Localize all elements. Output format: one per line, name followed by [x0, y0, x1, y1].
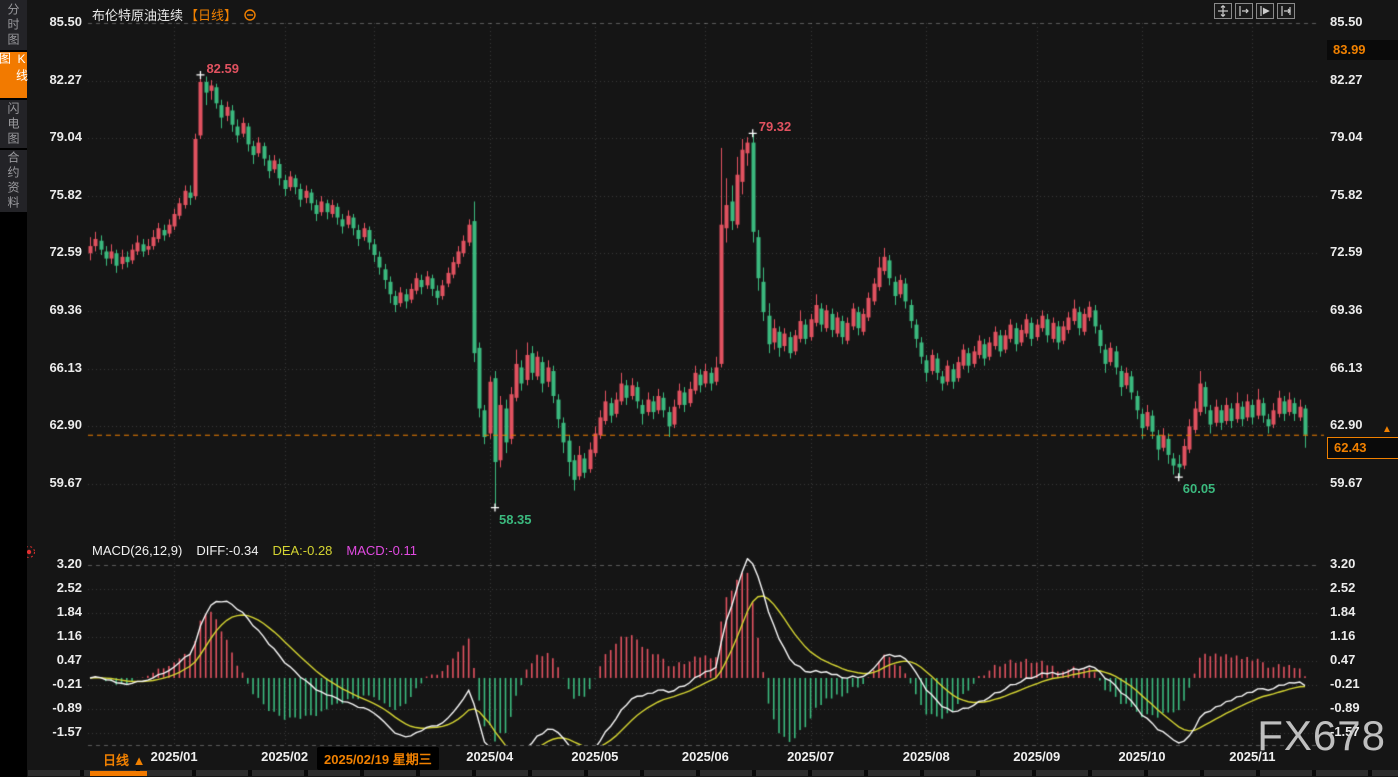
date-axis-label: 2025/04 [445, 749, 535, 764]
macd-legend: MACD(26,12,9) DIFF:-0.34 DEA:-0.28 MACD:… [92, 543, 417, 558]
price-axis-label: 85.50 [1330, 15, 1390, 29]
macd-axis-label: -0.21 [1330, 677, 1390, 691]
price-axis-label: 85.50 [24, 15, 82, 29]
chart-scrollbar-track[interactable] [28, 770, 1398, 776]
instrument-title: 布伦特原油连续 [92, 5, 183, 24]
price-axis-label: 62.90 [1330, 418, 1390, 432]
sidebar-item-contract-info[interactable]: 合约资料 [0, 150, 27, 214]
macd-axis-label: -0.21 [24, 677, 82, 691]
crosshair-date-tag: 2025/02/19 星期三 [317, 747, 439, 770]
watermark: FX678 [1257, 712, 1386, 760]
sidebar-item-timeshare-chart[interactable]: 分时图 [0, 0, 27, 52]
price-axis-label: 69.36 [24, 303, 82, 317]
candlestick-chart-canvas[interactable] [27, 0, 1398, 777]
x-axis-scale-icon[interactable] [1235, 3, 1253, 19]
macd-diff-value: DIFF:-0.34 [196, 543, 258, 558]
macd-dea-value: DEA:-0.28 [272, 543, 332, 558]
sidebar-item-lightning-chart[interactable]: 闪电图 [0, 100, 27, 150]
date-axis-label: 2025/10 [1097, 749, 1187, 764]
price-axis-label: 59.67 [24, 476, 82, 490]
sidebar-item-label: K线图 [0, 52, 31, 98]
macd-axis-label: 0.47 [24, 653, 82, 667]
macd-axis-label: 0.47 [1330, 653, 1390, 667]
session-high-tag: 83.99 [1327, 40, 1398, 60]
macd-axis-label: 2.52 [1330, 581, 1390, 595]
price-annotation: 60.05 [1183, 481, 1216, 496]
price-annotation: 58.35 [499, 512, 532, 527]
sidebar-item-label: 分时图 [5, 3, 22, 48]
macd-axis-label: 1.16 [1330, 629, 1390, 643]
price-axis-label: 59.67 [1330, 476, 1390, 490]
price-axis-label: 82.27 [1330, 73, 1390, 87]
last-price-tag: 62.43 [1327, 437, 1398, 459]
pan-icon[interactable] [1214, 3, 1232, 19]
sidebar: 分时图 K线图 闪电图 合约资料 [0, 0, 27, 777]
price-axis-label: 69.36 [1330, 303, 1390, 317]
price-axis-label: 75.82 [24, 188, 82, 202]
restore-view-icon[interactable] [1277, 3, 1295, 19]
price-axis-label: 62.90 [24, 418, 82, 432]
macd-axis-label: 1.84 [24, 605, 82, 619]
macd-axis-label: -1.57 [24, 725, 82, 739]
date-axis-label: 2025/09 [992, 749, 1082, 764]
price-axis-label: 66.13 [24, 361, 82, 375]
chart-titlebar: 布伦特原油连续 【日线】 [92, 5, 257, 24]
timeframe-tag: 【日线】 [185, 5, 237, 24]
macd-axis-label: 2.52 [24, 581, 82, 595]
macd-params-label: MACD(26,12,9) [92, 543, 182, 558]
price-axis-label: 66.13 [1330, 361, 1390, 375]
y-axis-scale-icon[interactable] [1256, 3, 1274, 19]
date-axis-label: 2025/05 [550, 749, 640, 764]
macd-axis-label: 3.20 [1330, 557, 1390, 571]
sidebar-item-label: 合约资料 [5, 151, 22, 211]
macd-axis-label: -0.89 [24, 701, 82, 715]
sidebar-item-kline-chart[interactable]: K线图 [0, 52, 27, 100]
price-axis-label: 79.04 [1330, 130, 1390, 144]
trading-app: 分时图 K线图 闪电图 合约资料 布伦特原油连续 【日线】 [0, 0, 1398, 777]
date-axis-label: 2025/08 [881, 749, 971, 764]
price-axis-label: 72.59 [24, 245, 82, 259]
price-axis-label: 79.04 [24, 130, 82, 144]
macd-axis-label: 1.84 [1330, 605, 1390, 619]
macd-macd-value: MACD:-0.11 [346, 543, 417, 558]
last-price-arrow-icon: ▲ [1382, 425, 1392, 435]
date-axis-label: 2025/07 [766, 749, 856, 764]
chart-area[interactable]: 布伦特原油连续 【日线】 MACD(26,12,9) DIFF:-0.34 D [27, 0, 1398, 777]
date-axis-label: 2025/06 [660, 749, 750, 764]
indicator-settings-icon[interactable] [243, 8, 257, 22]
price-axis-label: 75.82 [1330, 188, 1390, 202]
macd-axis-label: 1.16 [24, 629, 82, 643]
timeframe-selector[interactable]: 日线 ▲ [103, 750, 145, 769]
chart-toolbar [1214, 3, 1295, 19]
price-annotation: 82.59 [206, 61, 239, 76]
sidebar-item-label: 闪电图 [5, 102, 22, 147]
price-annotation: 79.32 [759, 119, 792, 134]
chart-scrollbar-thumb[interactable] [90, 771, 147, 776]
price-axis-label: 72.59 [1330, 245, 1390, 259]
price-axis-label: 82.27 [24, 73, 82, 87]
